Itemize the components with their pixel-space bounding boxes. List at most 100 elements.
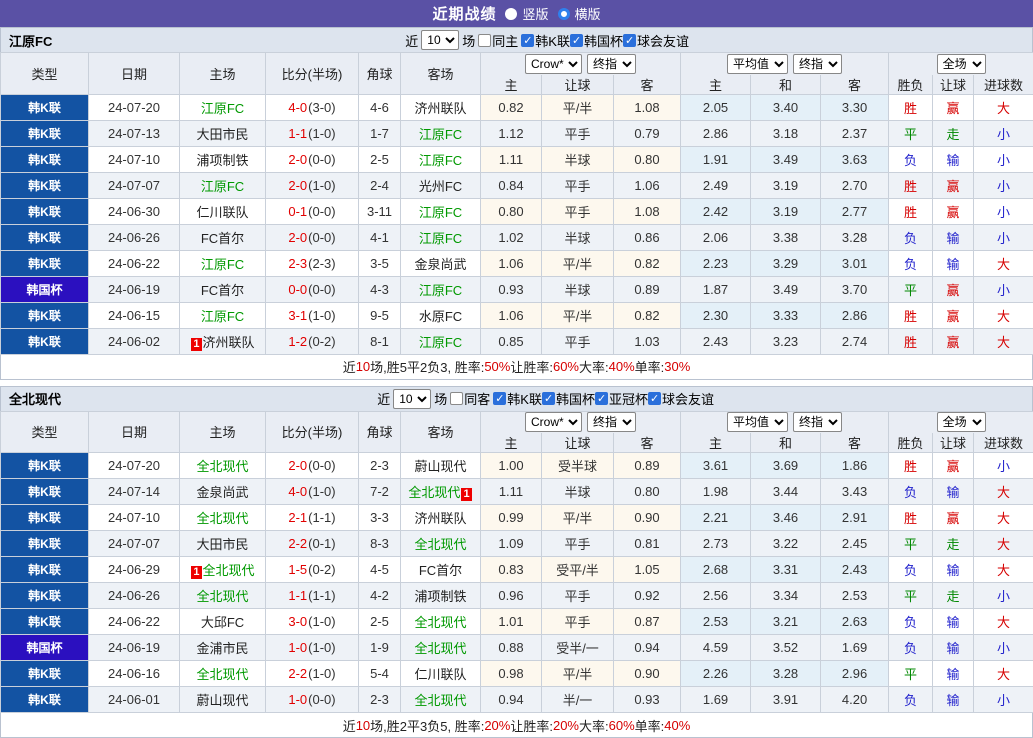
result-cell: 平 xyxy=(889,531,933,557)
team-name-link[interactable]: FC首尔 xyxy=(201,283,244,298)
checkbox-icon[interactable] xyxy=(478,34,491,47)
team-name-link[interactable]: 浦项制铁 xyxy=(196,153,248,168)
col-score: 比分(半场) xyxy=(266,53,359,95)
games-count-select[interactable]: 10 xyxy=(421,30,459,50)
team-name-link[interactable]: 全北现代 xyxy=(414,537,466,552)
team-name-link[interactable]: 水原FC xyxy=(419,309,462,324)
handicap-result-cell: 输 xyxy=(933,250,974,276)
team-name-link[interactable]: 蔚山现代 xyxy=(414,459,466,474)
team-name-link[interactable]: 浦项制铁 xyxy=(414,589,466,604)
team-name-link[interactable]: 仁川联队 xyxy=(414,667,466,682)
same-venue-checkbox[interactable]: 同主 xyxy=(478,31,518,50)
team-name-link[interactable]: 江原FC xyxy=(201,309,244,324)
odds-time-select[interactable]: 终指 xyxy=(587,412,636,432)
team-name-link[interactable]: 全北现代 xyxy=(196,589,248,604)
corners-cell: 8-1 xyxy=(359,328,401,354)
avg-time-select[interactable]: 终指 xyxy=(793,412,842,432)
home-team-cell: 江原FC xyxy=(180,172,266,198)
away-team-cell: 蔚山现代 xyxy=(401,453,481,479)
same-venue-checkbox[interactable]: 同客 xyxy=(450,389,490,408)
team-name-link[interactable]: 金泉尚武 xyxy=(196,485,248,500)
team-name-link[interactable]: 江原FC xyxy=(201,257,244,272)
handicap-result-cell: 走 xyxy=(933,120,974,146)
avg-time-select[interactable]: 终指 xyxy=(793,54,842,74)
team-name-link[interactable]: 全北现代 xyxy=(196,459,248,474)
league-filter-checkbox[interactable]: 球会友谊 xyxy=(623,31,689,50)
checkbox-icon[interactable] xyxy=(570,34,583,47)
team-name-link[interactable]: 江原FC xyxy=(419,283,462,298)
team-name-link[interactable]: 江原FC xyxy=(201,101,244,116)
team-name-link[interactable]: 全北现代 xyxy=(196,667,248,682)
near-label: 近 xyxy=(377,389,390,408)
layout-radio-horizontal[interactable]: 横版 xyxy=(558,4,601,23)
team-name-link[interactable]: 大邱FC xyxy=(201,615,244,630)
odds-away-cell: 0.79 xyxy=(614,120,681,146)
checkbox-icon[interactable] xyxy=(648,392,661,405)
odds-away-cell: 0.94 xyxy=(614,635,681,661)
team-name-link[interactable]: 济州联队 xyxy=(203,335,255,350)
home-team-cell: 金浦市民 xyxy=(180,635,266,661)
team-name-link[interactable]: 江原FC xyxy=(201,179,244,194)
team-name-link[interactable]: FC首尔 xyxy=(419,563,462,578)
avg-source-select[interactable]: 平均值 xyxy=(727,54,788,74)
team-name-link[interactable]: 全北现代 xyxy=(414,615,466,630)
games-count-select[interactable]: 10 xyxy=(393,389,431,409)
radio-vertical-icon[interactable] xyxy=(505,8,517,20)
checkbox-icon[interactable] xyxy=(450,392,463,405)
team-name-link[interactable]: 光州FC xyxy=(419,179,462,194)
odds-handicap-cell: 平/半 xyxy=(542,94,614,120)
team-name-link[interactable]: 江原FC xyxy=(419,231,462,246)
goals-result-cell: 大 xyxy=(974,94,1033,120)
odds-time-select[interactable]: 终指 xyxy=(587,54,636,74)
league-filter-checkbox[interactable]: 球会友谊 xyxy=(648,389,714,408)
sub-odds-handicap: 让球 xyxy=(542,75,614,95)
odds-handicap-cell: 半球 xyxy=(542,276,614,302)
halftime-score: (0-2) xyxy=(308,562,335,577)
odds-home-cell: 1.09 xyxy=(481,531,542,557)
team-name-link[interactable]: 金泉尚武 xyxy=(414,257,466,272)
corners-cell: 4-3 xyxy=(359,276,401,302)
radio-horizontal-icon[interactable] xyxy=(558,8,570,20)
odds-source-select[interactable]: Crow* xyxy=(525,54,582,74)
league-filter-checkbox[interactable]: 韩国杯 xyxy=(570,31,623,50)
team-name-link[interactable]: 济州联队 xyxy=(414,511,466,526)
odds-source-select[interactable]: Crow* xyxy=(525,412,582,432)
team-name-link[interactable]: 全北现代 xyxy=(196,511,248,526)
layout-radio-vertical[interactable]: 竖版 xyxy=(505,4,548,23)
fulltime-score: 1-1 xyxy=(288,588,307,603)
corners-cell: 3-3 xyxy=(359,505,401,531)
team-name-link[interactable]: 全北现代 xyxy=(203,563,255,578)
scope-select[interactable]: 全场 xyxy=(937,412,986,432)
team-name-link[interactable]: 全北现代 xyxy=(408,485,460,500)
league-filter-checkbox[interactable]: 韩国杯 xyxy=(542,389,595,408)
team-name-link[interactable]: 蔚山现代 xyxy=(196,693,248,708)
team-name-link[interactable]: 江原FC xyxy=(419,127,462,142)
avg-home-cell: 2.56 xyxy=(681,583,751,609)
checkbox-icon[interactable] xyxy=(521,34,534,47)
team-name-link[interactable]: 全北现代 xyxy=(414,693,466,708)
checkbox-icon[interactable] xyxy=(542,392,555,405)
away-team-cell: 全北现代 xyxy=(401,609,481,635)
fulltime-score: 4-0 xyxy=(288,100,307,115)
checkbox-icon[interactable] xyxy=(595,392,608,405)
team-name-link[interactable]: 仁川联队 xyxy=(196,205,248,220)
team-name-link[interactable]: 全北现代 xyxy=(414,641,466,656)
checkbox-icon[interactable] xyxy=(623,34,636,47)
scope-select[interactable]: 全场 xyxy=(937,54,986,74)
match-row: 韩K联24-06-26FC首尔2-0(0-0)4-1江原FC1.02半球0.86… xyxy=(1,224,1033,250)
team-name-link[interactable]: 济州联队 xyxy=(414,101,466,116)
fulltime-score: 1-5 xyxy=(288,562,307,577)
team-name-link[interactable]: 江原FC xyxy=(419,335,462,350)
league-filter-checkbox[interactable]: 韩K联 xyxy=(521,31,570,50)
team-name-link[interactable]: FC首尔 xyxy=(201,231,244,246)
team-name-link[interactable]: 大田市民 xyxy=(196,537,248,552)
team-name-link[interactable]: 江原FC xyxy=(419,153,462,168)
league-filter-checkbox[interactable]: 韩K联 xyxy=(493,389,542,408)
league-filter-checkbox[interactable]: 亚冠杯 xyxy=(595,389,648,408)
team-name-link[interactable]: 大田市民 xyxy=(196,127,248,142)
checkbox-icon[interactable] xyxy=(493,392,506,405)
avg-source-select[interactable]: 平均值 xyxy=(727,412,788,432)
team-name-link[interactable]: 江原FC xyxy=(419,205,462,220)
fulltime-score: 0-0 xyxy=(288,282,307,297)
team-name-link[interactable]: 金浦市民 xyxy=(196,641,248,656)
